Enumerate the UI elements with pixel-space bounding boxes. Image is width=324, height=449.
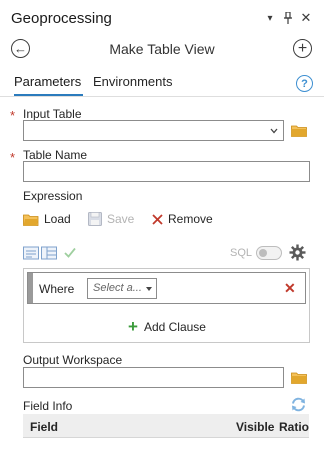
close-pane-button[interactable]: ✕ <box>299 10 313 25</box>
clause-builder: Where Select a... ✕ + Add Clause <box>23 268 310 343</box>
tab-parameters[interactable]: Parameters <box>14 74 81 89</box>
toggle-knob <box>259 249 267 257</box>
expression-label: Expression <box>23 189 83 203</box>
dropdown-caret-icon <box>146 287 152 291</box>
sql-toggle[interactable] <box>256 246 282 260</box>
add-tool-button[interactable]: + <box>293 39 312 58</box>
remove-clause-button[interactable]: ✕ <box>284 280 296 297</box>
pane-header: Geoprocessing ▾ ✕ <box>0 0 324 36</box>
where-clause-row: Where Select a... ✕ <box>27 272 306 304</box>
browse-folder-icon[interactable] <box>291 124 307 137</box>
table-name-input[interactable] <box>23 161 310 182</box>
sql-label: SQL <box>230 247 253 259</box>
save-label: Save <box>107 212 135 226</box>
field-select-placeholder: Select a... <box>93 282 142 294</box>
tool-title-row: Make Table View ← + <box>0 36 324 64</box>
add-clause-button[interactable]: + Add Clause <box>128 318 206 335</box>
plus-icon: + <box>297 39 308 57</box>
table-name-label: Table Name <box>23 148 88 162</box>
input-table-label: Input Table <box>23 107 82 121</box>
clause-mode-icon[interactable] <box>23 246 39 260</box>
refresh-icon[interactable] <box>290 396 307 413</box>
remove-x-icon <box>152 213 163 225</box>
input-table-combobox[interactable] <box>23 120 284 141</box>
tool-title: Make Table View <box>109 41 215 57</box>
field-info-table-header: Field Visible Ratio <box>23 414 309 438</box>
remove-button[interactable]: Remove <box>152 210 213 228</box>
back-arrow-icon: ← <box>14 41 27 56</box>
pin-icon[interactable] <box>281 11 295 25</box>
save-disk-icon <box>88 212 102 226</box>
pane-title: Geoprocessing <box>11 10 112 27</box>
verify-check-icon[interactable] <box>64 247 76 258</box>
gear-icon[interactable] <box>289 244 306 261</box>
help-icon: ? <box>301 77 308 90</box>
help-button[interactable]: ? <box>296 75 313 92</box>
sql-mode-icon[interactable] <box>41 246 57 260</box>
load-button[interactable]: Load <box>23 210 71 228</box>
plus-icon: + <box>128 317 138 336</box>
tabs-divider <box>0 96 324 97</box>
required-marker: * <box>10 150 16 165</box>
save-button[interactable]: Save <box>88 210 134 228</box>
tab-environments[interactable]: Environments <box>93 74 172 89</box>
output-workspace-label: Output Workspace <box>23 353 123 367</box>
clause-drag-handle[interactable] <box>28 273 33 303</box>
column-header-visible[interactable]: Visible <box>236 420 274 434</box>
browse-folder-icon[interactable] <box>291 371 307 384</box>
pane-menu-button[interactable]: ▾ <box>263 11 277 25</box>
remove-label: Remove <box>168 212 213 226</box>
required-marker: * <box>10 108 16 123</box>
chevron-down-icon[interactable] <box>270 128 278 134</box>
field-select-dropdown[interactable]: Select a... <box>87 278 157 299</box>
load-label: Load <box>44 212 71 226</box>
add-clause-label: Add Clause <box>143 319 206 334</box>
column-header-field[interactable]: Field <box>30 420 58 434</box>
field-info-label: Field Info <box>23 399 73 413</box>
where-label: Where <box>39 282 75 296</box>
back-button[interactable]: ← <box>11 39 30 58</box>
open-folder-icon <box>23 213 39 226</box>
column-header-ratio[interactable]: Ratio <box>279 420 309 434</box>
output-workspace-input[interactable] <box>23 367 284 388</box>
